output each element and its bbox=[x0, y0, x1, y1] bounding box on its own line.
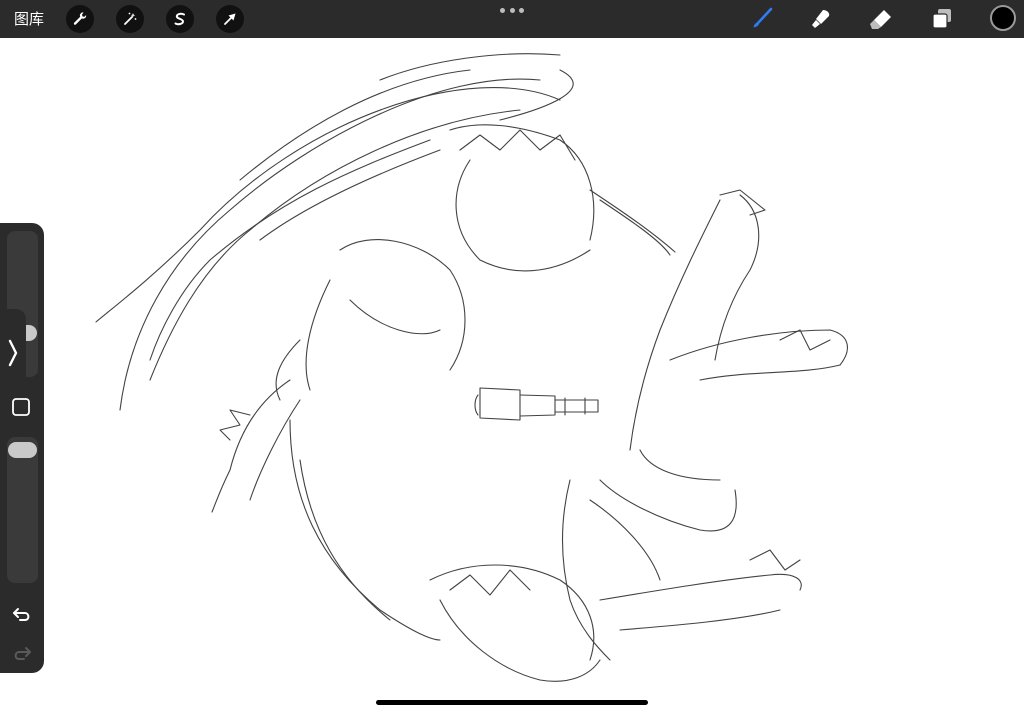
dot bbox=[500, 7, 505, 13]
opacity-thumb[interactable] bbox=[8, 442, 37, 458]
opacity-slider[interactable] bbox=[7, 437, 38, 583]
arrow-cursor-icon bbox=[224, 13, 236, 25]
wrench-icon bbox=[73, 12, 87, 25]
drawing-canvas[interactable] bbox=[0, 38, 1024, 712]
dot bbox=[519, 7, 524, 13]
sidebar-expand-tab[interactable] bbox=[0, 309, 26, 397]
dot bbox=[509, 7, 515, 13]
redo-button[interactable] bbox=[10, 641, 34, 665]
undo-button[interactable] bbox=[10, 602, 34, 626]
eraser-icon bbox=[870, 10, 891, 29]
smudge-icon bbox=[812, 10, 830, 28]
home-indicator[interactable] bbox=[376, 700, 648, 705]
gallery-button[interactable]: 图库 bbox=[14, 9, 44, 29]
color-picker-swatch[interactable] bbox=[990, 5, 1016, 31]
selection-s-icon bbox=[174, 12, 185, 26]
square-icon bbox=[12, 398, 30, 416]
sketch-artwork bbox=[95, 53, 848, 682]
paint-tool-button[interactable] bbox=[747, 5, 777, 33]
transform-button[interactable] bbox=[216, 5, 244, 33]
adjustments-button[interactable] bbox=[116, 5, 144, 33]
redo-arrow-icon bbox=[14, 647, 31, 660]
eraser-tool-button[interactable] bbox=[866, 5, 896, 33]
top-toolbar: 图库 bbox=[0, 0, 1024, 38]
layers-button[interactable] bbox=[927, 5, 957, 33]
left-sidebar bbox=[0, 223, 44, 673]
brush-icon bbox=[753, 7, 773, 28]
selection-button[interactable] bbox=[166, 5, 194, 33]
modify-button[interactable] bbox=[11, 397, 31, 417]
actions-wrench-button[interactable] bbox=[66, 5, 94, 33]
more-options-handle[interactable] bbox=[500, 6, 524, 14]
smudge-tool-button[interactable] bbox=[806, 5, 836, 33]
magic-wand-icon bbox=[124, 12, 137, 25]
undo-arrow-icon bbox=[13, 608, 30, 621]
layers-icon bbox=[932, 9, 951, 29]
chevron-right-icon bbox=[8, 339, 18, 367]
